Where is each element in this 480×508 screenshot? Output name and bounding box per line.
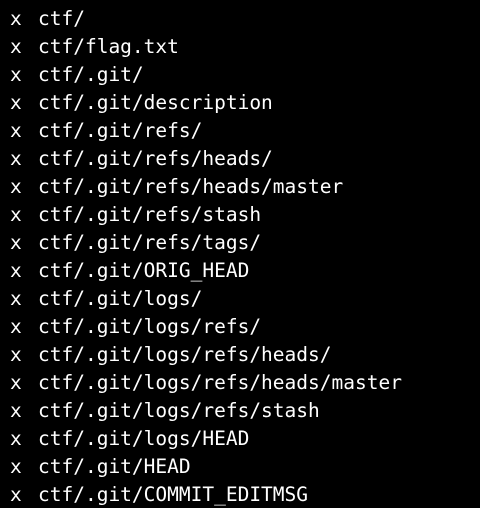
output-line: x ctf/flag.txt: [10, 32, 480, 60]
extract-flag: x: [10, 258, 22, 282]
extract-flag: x: [10, 146, 22, 170]
output-line: x ctf/.git/refs/: [10, 116, 480, 144]
output-line: x ctf/.git/HEAD: [10, 452, 480, 480]
extract-flag: x: [10, 6, 22, 30]
output-line: x ctf/.git/logs/refs/stash: [10, 396, 480, 424]
output-line: x ctf/.git/refs/heads/master: [10, 172, 480, 200]
output-line: x ctf/.git/logs/: [10, 284, 480, 312]
output-line: x ctf/.git/logs/refs/: [10, 312, 480, 340]
extract-flag: x: [10, 34, 22, 58]
extract-flag: x: [10, 454, 22, 478]
extract-flag: x: [10, 62, 22, 86]
output-line: x ctf/.git/: [10, 60, 480, 88]
file-path: ctf/.git/COMMIT_EDITMSG: [38, 482, 309, 506]
extract-flag: x: [10, 482, 22, 506]
output-line: x ctf/.git/logs/refs/heads/: [10, 340, 480, 368]
file-path: ctf/.git/logs/refs/: [38, 314, 262, 338]
output-line: x ctf/.git/logs/refs/heads/master: [10, 368, 480, 396]
output-line: x ctf/.git/logs/HEAD: [10, 424, 480, 452]
output-line: x ctf/.git/ORIG_HEAD: [10, 256, 480, 284]
extract-flag: x: [10, 426, 22, 450]
file-path: ctf/.git/HEAD: [38, 454, 191, 478]
file-path: ctf/.git/refs/heads/master: [38, 174, 344, 198]
extract-flag: x: [10, 370, 22, 394]
file-path: ctf/.git/logs/refs/heads/master: [38, 370, 402, 394]
file-path: ctf/.git/logs/refs/heads/: [38, 342, 332, 366]
file-path: ctf/.git/logs/HEAD: [38, 426, 250, 450]
output-line: x ctf/.git/refs/heads/: [10, 144, 480, 172]
output-line: x ctf/.git/refs/stash: [10, 200, 480, 228]
file-path: ctf/flag.txt: [38, 34, 179, 58]
file-path: ctf/.git/description: [38, 90, 273, 114]
file-path: ctf/.git/refs/stash: [38, 202, 262, 226]
file-path: ctf/.git/refs/tags/: [38, 230, 262, 254]
extract-flag: x: [10, 286, 22, 310]
file-path: ctf/.git/logs/refs/stash: [38, 398, 320, 422]
file-path: ctf/.git/: [38, 62, 144, 86]
output-line: x ctf/.git/description: [10, 88, 480, 116]
extract-flag: x: [10, 90, 22, 114]
file-path: ctf/.git/logs/: [38, 286, 203, 310]
extract-flag: x: [10, 342, 22, 366]
file-path: ctf/.git/refs/: [38, 118, 203, 142]
output-line: x ctf/.git/COMMIT_EDITMSG: [10, 480, 480, 508]
extract-flag: x: [10, 230, 22, 254]
extract-flag: x: [10, 314, 22, 338]
file-path: ctf/.git/ORIG_HEAD: [38, 258, 250, 282]
extract-flag: x: [10, 118, 22, 142]
extract-flag: x: [10, 174, 22, 198]
output-line: x ctf/: [10, 4, 480, 32]
output-line: x ctf/.git/refs/tags/: [10, 228, 480, 256]
file-path: ctf/.git/refs/heads/: [38, 146, 273, 170]
extract-flag: x: [10, 398, 22, 422]
extract-flag: x: [10, 202, 22, 226]
terminal-output: x ctf/ x ctf/flag.txt x ctf/.git/ x ctf/.git…: [0, 4, 480, 508]
file-path: ctf/: [38, 6, 85, 30]
